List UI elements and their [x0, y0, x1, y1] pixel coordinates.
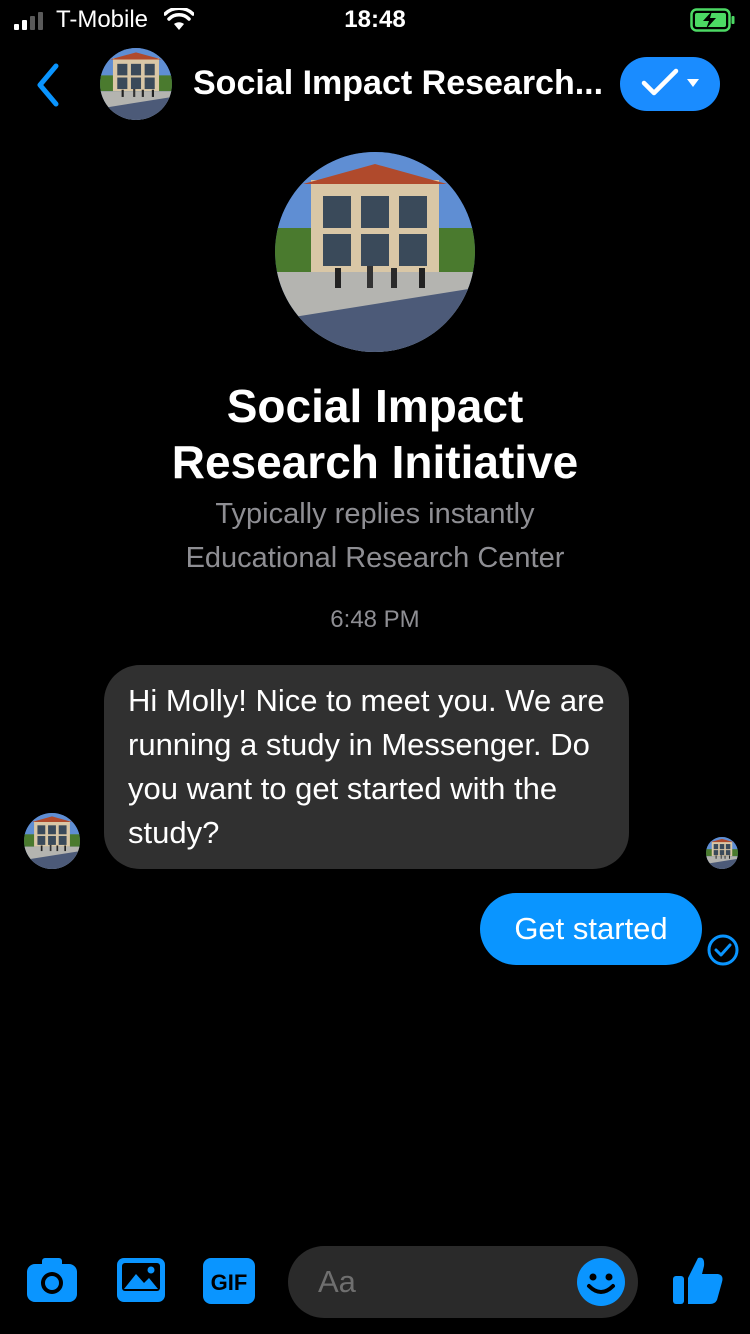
checkmark-icon: [640, 67, 680, 102]
profile-avatar[interactable]: [275, 152, 475, 352]
emoji-icon[interactable]: [576, 1257, 626, 1312]
outgoing-message-text: Get started: [514, 911, 668, 946]
header-title[interactable]: Social Impact Research...: [193, 64, 608, 103]
message-input[interactable]: Aa: [288, 1246, 638, 1318]
outgoing-message-bubble[interactable]: Get started: [480, 893, 702, 965]
status-time: 18:48: [344, 6, 406, 33]
gif-label: GIF: [211, 1270, 248, 1295]
profile-name-line1: Social Impact: [226, 380, 524, 432]
back-chevron-icon[interactable]: [30, 60, 64, 115]
battery-charging-icon: [690, 8, 736, 37]
header-avatar[interactable]: [100, 48, 172, 120]
caret-down-icon: [686, 75, 700, 93]
conversation-header: Social Impact Research...: [0, 48, 750, 124]
profile-name-line2: Research Initiative: [171, 436, 579, 488]
incoming-message-bubble[interactable]: Hi Molly! Nice to meet you. We are runni…: [104, 665, 629, 869]
sender-avatar[interactable]: [24, 813, 80, 869]
status-bar: T-Mobile 18:48: [0, 0, 750, 42]
gif-icon[interactable]: GIF: [202, 1256, 256, 1311]
camera-icon[interactable]: [26, 1256, 78, 1309]
profile-name: Social Impact Research Initiative: [0, 378, 750, 490]
read-receipt-avatar: [706, 837, 738, 869]
thumbs-up-icon[interactable]: [670, 1252, 726, 1313]
message-timestamp: 6:48 PM: [330, 606, 420, 633]
message-input-placeholder: Aa: [318, 1264, 356, 1299]
subscribed-button[interactable]: [620, 57, 720, 111]
photo-gallery-icon[interactable]: [116, 1256, 166, 1309]
sent-check-icon: [706, 933, 740, 972]
page-category: Educational Research Center: [185, 542, 565, 574]
composer-bar: GIF Aa: [0, 1246, 750, 1318]
reply-time: Typically replies instantly: [215, 498, 535, 530]
